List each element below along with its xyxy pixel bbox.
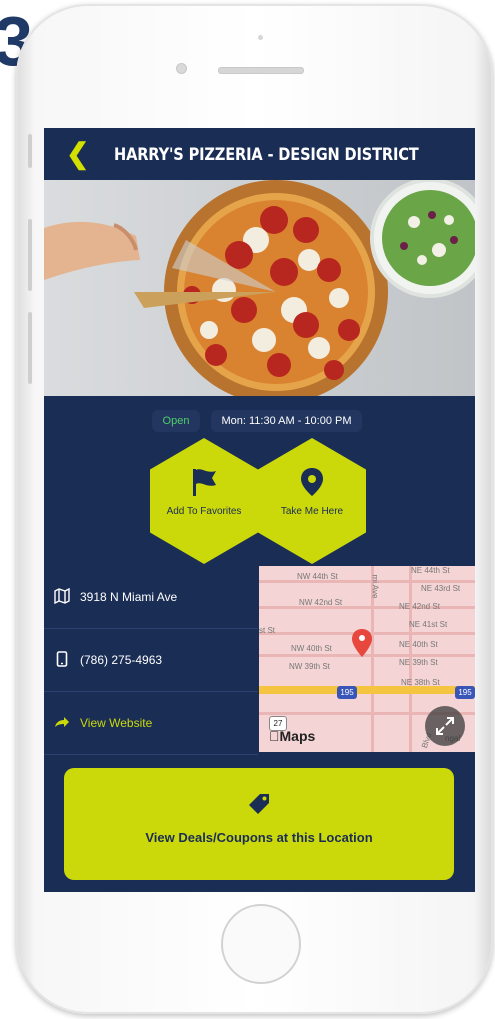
take-me-here-button[interactable]: Take Me Here [258, 438, 366, 564]
apple-logo-icon:  [269, 728, 280, 744]
website-row[interactable]: View Website [44, 692, 258, 755]
expand-map-button[interactable] [425, 706, 465, 746]
pizza-photo [44, 180, 475, 396]
share-arrow-icon [55, 717, 69, 727]
street-label: NE 43rd St [421, 584, 461, 593]
favorites-label: Add To Favorites [166, 506, 242, 517]
street-label: NE 44th St [411, 566, 450, 575]
view-deals-label: View Deals/Coupons at this Location [145, 830, 373, 845]
price-tag-icon [249, 794, 269, 814]
flag-icon [193, 469, 216, 496]
map-icon [54, 588, 70, 604]
nav-bar: ❮ HARRY'S PIZZERIA - DESIGN DISTRICT [44, 128, 475, 180]
page-title: HARRY'S PIZZERIA - DESIGN DISTRICT [114, 145, 419, 165]
directions-label: Take Me Here [280, 506, 344, 517]
contact-info-list: 3918 N Miami Ave (786) 275-4963 View Web… [44, 566, 258, 755]
street-label: NE 39th St [399, 658, 438, 667]
hero-photo-carousel[interactable] [44, 180, 475, 396]
highway-195 [259, 686, 475, 694]
earpiece-speaker [218, 67, 304, 74]
home-button[interactable] [221, 904, 301, 984]
map-pin-icon [352, 629, 372, 657]
street-label: NE 42nd St [399, 602, 440, 611]
back-chevron-icon[interactable]: ❮ [66, 140, 89, 168]
view-deals-button[interactable]: View Deals/Coupons at this Location [64, 768, 454, 880]
front-camera [176, 63, 187, 74]
location-pin-icon [301, 468, 323, 496]
street-label: NE 40th St [399, 640, 438, 649]
street-label: NW 40th St [291, 644, 332, 653]
street-label: st St [259, 626, 276, 635]
expand-icon [436, 717, 454, 735]
phone-icon [56, 651, 68, 667]
street-label: mi Ave [370, 574, 380, 599]
hours-row: Open Mon: 11:30 AM - 10:00 PM [44, 410, 475, 434]
interstate-shield: 195 [337, 686, 357, 699]
volume-up-button [28, 219, 32, 291]
phone-row[interactable]: (786) 275-4963 [44, 629, 258, 692]
street-label: NW 44th St [297, 572, 338, 581]
phone-text: (786) 275-4963 [80, 653, 163, 667]
add-to-favorites-button[interactable]: Add To Favorites [150, 438, 258, 564]
website-link[interactable]: View Website [80, 716, 152, 730]
mute-switch [28, 134, 32, 168]
volume-down-button [28, 312, 32, 384]
app-screen: ❮ HARRY'S PIZZERIA - DESIGN DISTRICT Ope… [44, 128, 475, 892]
address-text: 3918 N Miami Ave [80, 590, 178, 604]
street-label: NE 38th St [401, 678, 440, 687]
apple-maps-logo: Maps [269, 728, 315, 744]
open-status-badge: Open [152, 410, 200, 432]
hours-badge: Mon: 11:30 AM - 10:00 PM [211, 410, 362, 432]
location-map[interactable]: NW 44th St NW 42nd St NE 44th St NE 43rd… [259, 566, 475, 752]
map-road [259, 606, 475, 609]
proximity-sensor [258, 35, 263, 40]
street-label: NW 42nd St [299, 598, 343, 607]
street-label: NW 39th St [289, 662, 330, 671]
map-road [259, 580, 475, 583]
street-label: NE 41st St [409, 620, 448, 629]
address-row[interactable]: 3918 N Miami Ave [44, 566, 258, 629]
interstate-shield: 195 [455, 686, 475, 699]
